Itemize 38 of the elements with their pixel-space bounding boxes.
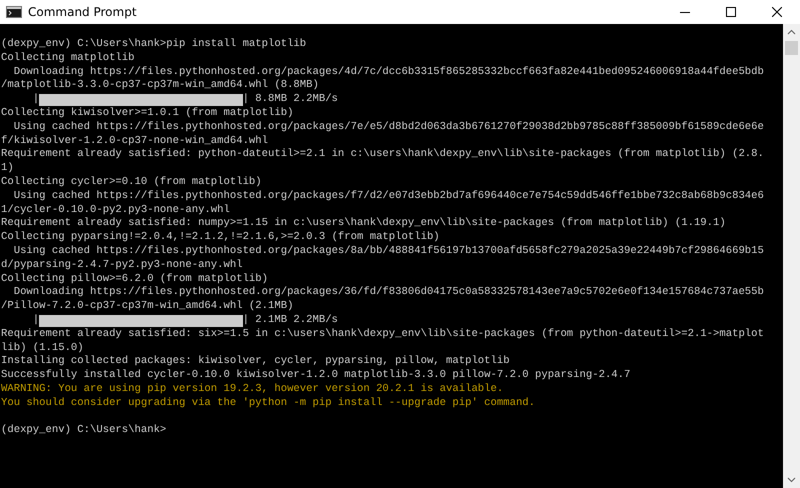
console-line: Collecting matplotlib [1,52,136,66]
warning-line: You should consider upgrading via the 'python -m pip install --upgrade pip' command. [1,396,536,411]
close-icon [772,7,782,17]
console-line: 1) [1,162,15,176]
progress-edge: | [242,314,249,328]
console-line: Collecting pyparsing!=2.0.4,!=2.1.2,!=2.1.6,>=2.0.3 (from matplotlib) [1,231,441,245]
console-line: d/pyparsing-2.4.7-py2.py3-none-any.whl [1,258,244,273]
console-line: Using cached https://files.pythonhosted.org/packages/8a/bb/488841f56197b13700afd5658fc279a2025a39e22449b7cf29864669b15 [12,244,765,259]
console-line: Using cached https://files.pythonhosted.org/packages/7e/e5/d8bd2d063da3b6761270f29038d2bb9785c88ff385009bf61589cde6e6e [12,120,765,135]
console-line: Requirement already satisfied: python-dateutil>=2.1 in c:\users\hank\dexpy_env\lib\site-packages (from matplotlib) (2.8. [1,148,765,162]
progress-reading: 2.1MB 2.2MB/s [255,314,338,328]
console-line: Collecting kiwisolver>=1.0.1 (from matplotlib) [1,106,294,121]
progress-edge: | [242,93,249,107]
console-line: Downloading https://files.pythonhosted.org/packages/36/fd/f83806d04175c0a58332578143ee7a9c5702e6e0f134e157684c737ae55b [12,286,765,300]
console-line: 1/cycler-0.10.0-py2.py3-none-any.whl [1,204,231,217]
window-title: Command Prompt [28,5,137,19]
maximize-icon [726,7,736,17]
console-line: f/kiwisolver-1.2.0-cp37-none-win_amd64.whl [1,134,270,148]
console-line: Successfully installed cycler-0.10.0 kiwisolver-1.2.0 matplotlib-3.3.0 pillow-7.2.0 pyparsing-2.4.7 [1,369,632,383]
progress-edge: | [32,314,40,328]
console-line: Requirement already satisfied: numpy>=1.15 in c:\users\hank\dexpy_env\lib\site-packages (from matplotlib) (1.19.1) [1,217,727,231]
scrollbar[interactable] [783,24,800,488]
warning-line: WARNING: You are using pip version 19.2.3, however version 20.2.1 is available. [1,382,504,397]
console-line: Collecting cycler>=0.10 (from matplotlib) [1,176,263,190]
console-line: Requirement already satisfied: six>=1.5 in c:\users\hank\dexpy_env\lib\site-packages (from python-dateutil>=2.1->matplot [1,328,765,342]
console-line: (dexpy_env) C:\Users\hank>pip install matplotlib [1,38,308,52]
console-line: lib) (1.15.0) [1,342,85,355]
console-line: Downloading https://files.pythonhosted.org/packages/4d/7c/dcc6b3315f865285332bccf663fa82e441bed095246006918a44fdee5bdb [12,66,765,79]
console-app-icon [6,6,22,18]
scrollbar-thumb[interactable] [785,41,798,55]
progress-edge: | [32,93,40,107]
console-line: Collecting pillow>=6.2.0 (from matplotlib) [1,272,270,286]
progress-reading: 8.8MB 2.2MB/s [255,93,338,107]
console-line: /Pillow-7.2.0-cp37-cp37m-win_amd64.whl (2.1MB) [1,300,294,314]
console-line: Installing collected packages: kiwisolver, cycler, pyparsing, pillow, matplotlib [1,355,511,369]
console-line: Using cached https://files.pythonhosted.org/packages/f7/d2/e07d3ebb2bd7af696440ce7e754c59dd546ffe1bbe732c8ab68b9c834e6 [12,190,765,204]
console-line: (dexpy_env) C:\Users\hank> [1,424,168,438]
console-line: /matplotlib-3.3.0-cp37-cp37m-win_amd64.whl (8.8MB) [1,79,320,93]
